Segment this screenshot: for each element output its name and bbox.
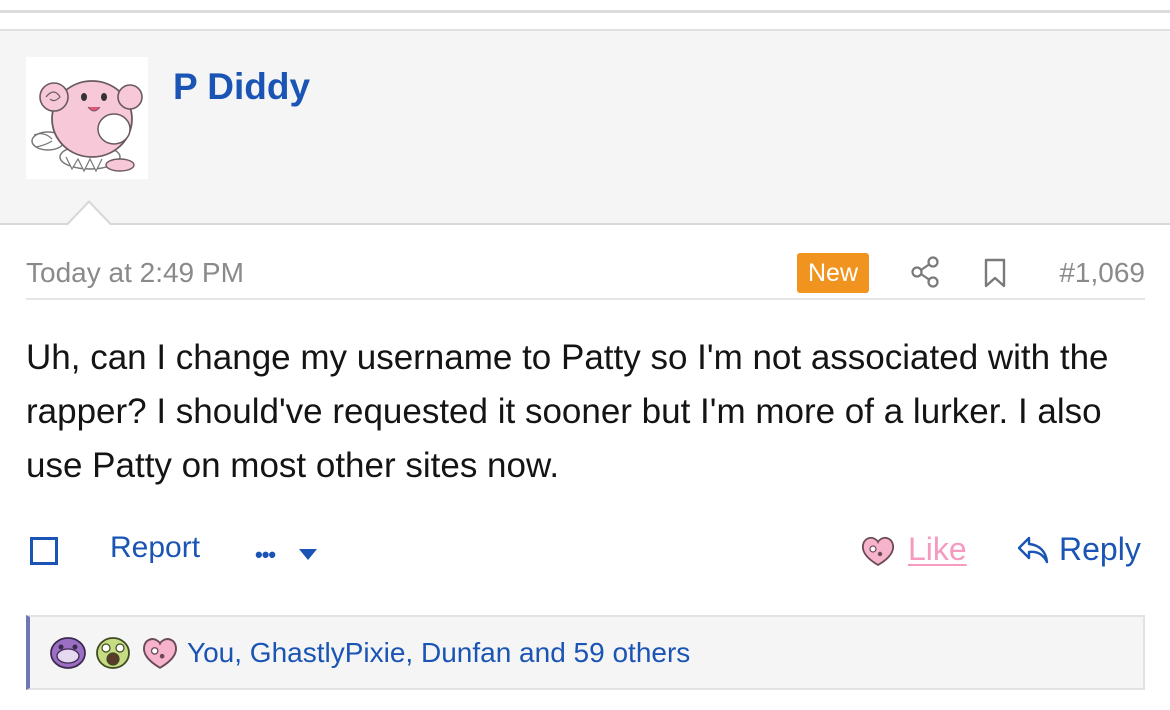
pink-pokemon-avatar-icon [31,80,143,173]
username-link[interactable]: P Diddy [173,66,310,108]
post-number-link[interactable]: #1,069 [1059,257,1145,289]
reactions-summary-link[interactable]: You, GhastlyPixie, Dunfan and 59 others [187,637,690,669]
green-shocked-reaction-icon [96,637,130,669]
header-pointer-arrow-fill [68,203,110,225]
report-button[interactable]: Report [110,531,200,565]
top-divider [0,0,1170,13]
reply-label: Reply [1059,531,1141,567]
caret-down-icon [299,549,317,560]
post-user-header: P Diddy [0,29,1170,225]
new-badge: New [797,253,870,293]
post-message-body: Uh, can I change my username to Patty so… [26,338,1109,485]
pink-heart-like-icon [860,534,896,568]
reply-arrow-icon [1016,535,1050,565]
purple-blob-reaction-icon [50,637,86,669]
pink-heart-reaction-icon [143,638,177,669]
post-actions-row: Report ••• Like Reply [26,530,1145,574]
post-meta-row: Today at 2:49 PM New #1,069 [26,252,1145,300]
more-dots-icon: ••• [255,542,276,567]
select-checkbox[interactable] [30,537,58,565]
share-icon[interactable] [908,255,942,289]
bookmark-icon[interactable] [981,256,1009,290]
avatar[interactable] [26,57,148,179]
post-timestamp[interactable]: Today at 2:49 PM [26,257,244,289]
like-label: Like [908,531,967,567]
reactions-summary-bar: You, GhastlyPixie, Dunfan and 59 others [26,615,1145,690]
